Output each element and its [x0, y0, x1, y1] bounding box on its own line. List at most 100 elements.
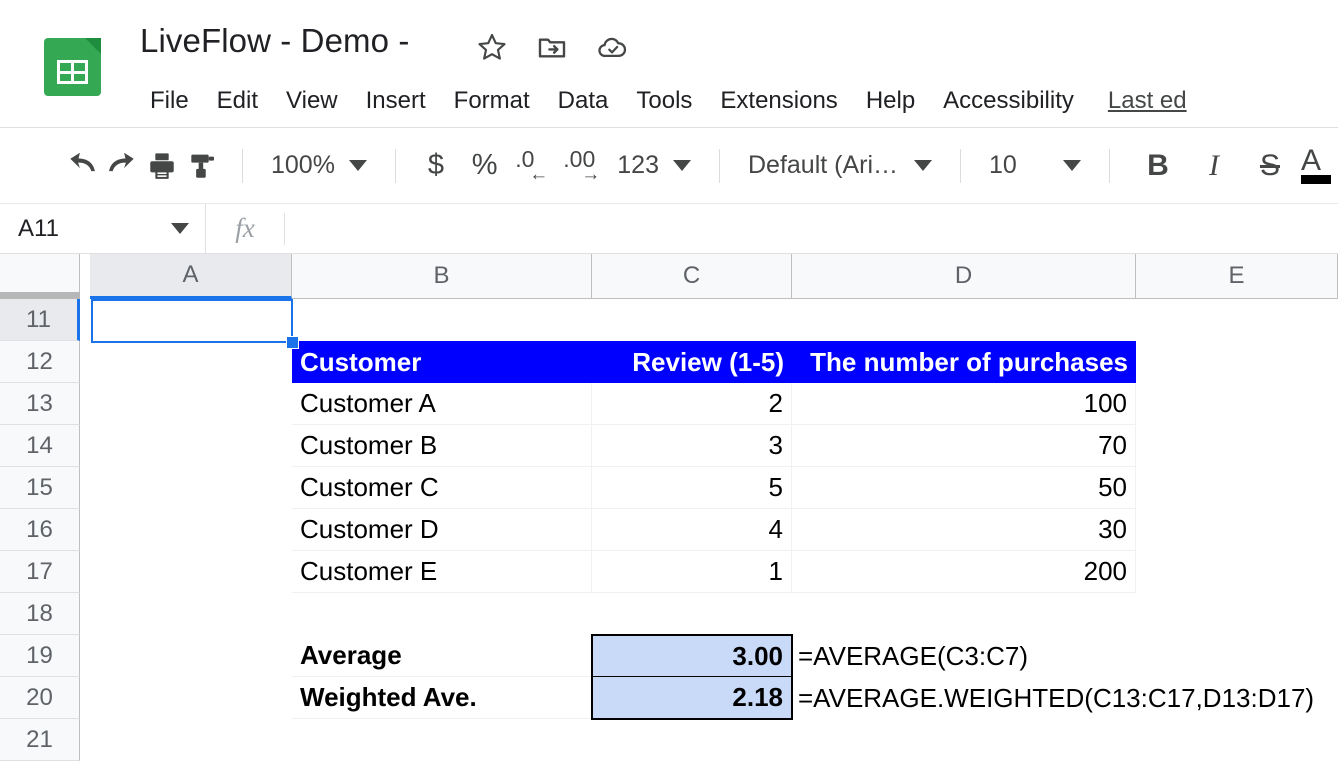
toolbar-divider-2: [394, 148, 396, 183]
fill-handle[interactable]: [286, 336, 299, 349]
bold-button[interactable]: B: [1130, 142, 1186, 190]
row-header-20[interactable]: 20: [0, 677, 80, 719]
spreadsheet-grid: A B C D E 11 12 13 14 15 16 17 18 19 20 …: [0, 254, 1338, 769]
row-header-21[interactable]: 21: [0, 719, 80, 761]
arrow-left-icon: ←: [529, 163, 549, 185]
cell-c20-weighted-ave-value[interactable]: 2.18: [591, 676, 793, 720]
chevron-down-icon: [672, 160, 691, 171]
text-color-button[interactable]: A: [1298, 142, 1338, 190]
cell-d19-average-formula[interactable]: =AVERAGE(C3:C7): [798, 635, 1028, 677]
function-icon[interactable]: fx: [206, 213, 284, 244]
toolbar: 100% $ % .0 ← .00 → 123 Default (Ari… 10…: [0, 128, 1338, 204]
cell-d13[interactable]: 100: [792, 383, 1136, 425]
print-button[interactable]: [142, 142, 182, 190]
menu-item-insert[interactable]: Insert: [352, 82, 440, 120]
undo-button[interactable]: [62, 142, 102, 190]
sheets-icon-fold: [85, 38, 101, 54]
redo-button[interactable]: [102, 142, 142, 190]
cell-c19-average-value[interactable]: 3.00: [591, 634, 793, 678]
decrease-decimal-button[interactable]: .0 ←: [513, 144, 561, 188]
app-header: LiveFlow - Demo - File Edit View Insert …: [0, 0, 1338, 128]
column-header-d[interactable]: D: [792, 254, 1136, 299]
active-cell-a11[interactable]: [91, 299, 293, 343]
italic-label: I: [1208, 148, 1219, 182]
cloud-saved-icon[interactable]: [596, 30, 630, 64]
row-header-19[interactable]: 19: [0, 635, 80, 677]
cell-d14[interactable]: 70: [792, 425, 1136, 467]
move-to-folder-icon[interactable]: [536, 31, 568, 63]
text-color-letter: A: [1300, 143, 1321, 177]
sheets-icon: [44, 38, 101, 96]
menu-item-edit[interactable]: Edit: [203, 82, 272, 120]
cell-d16[interactable]: 30: [792, 509, 1136, 551]
cell-b12-customer-header[interactable]: Customer: [292, 341, 592, 383]
paint-format-button[interactable]: [182, 142, 222, 190]
row-header-13[interactable]: 13: [0, 383, 80, 425]
row-header-12[interactable]: 12: [0, 341, 80, 383]
cell-d12-purchases-header[interactable]: The number of purchases: [792, 341, 1136, 383]
cell-b17[interactable]: Customer E: [292, 551, 592, 593]
cell-d20-weighted-ave-formula[interactable]: =AVERAGE.WEIGHTED(C13:C17,D13:D17): [798, 677, 1314, 719]
column-header-b[interactable]: B: [292, 254, 592, 299]
font-size-dropdown[interactable]: 10: [981, 142, 1089, 190]
cell-b14[interactable]: Customer B: [292, 425, 592, 467]
toolbar-divider-3: [718, 148, 720, 183]
row-header-17[interactable]: 17: [0, 551, 80, 593]
cell-c16[interactable]: 4: [592, 509, 792, 551]
strikethrough-button[interactable]: S: [1242, 142, 1298, 190]
row-header-15[interactable]: 15: [0, 467, 80, 509]
chevron-down-icon: [1062, 160, 1081, 171]
cell-d15[interactable]: 50: [792, 467, 1136, 509]
cell-c12-review-header[interactable]: Review (1-5): [592, 341, 792, 383]
percent-format-button[interactable]: %: [465, 142, 505, 190]
currency-symbol: $: [427, 149, 445, 181]
formula-input[interactable]: [285, 204, 1338, 253]
cell-c17[interactable]: 1: [592, 551, 792, 593]
zoom-dropdown[interactable]: 100%: [263, 142, 375, 190]
row-header-18[interactable]: 18: [0, 593, 80, 635]
cell-b16[interactable]: Customer D: [292, 509, 592, 551]
menu-item-help[interactable]: Help: [852, 82, 929, 120]
row-header-14[interactable]: 14: [0, 425, 80, 467]
arrow-right-icon: →: [581, 163, 601, 185]
cell-b20-weighted-ave-label[interactable]: Weighted Ave.: [292, 677, 592, 719]
column-header-c[interactable]: C: [592, 254, 792, 299]
menu-item-data[interactable]: Data: [544, 82, 623, 120]
cell-b19-average-label[interactable]: Average: [292, 635, 592, 677]
toolbar-divider-1: [242, 148, 243, 183]
last-edit-status[interactable]: Last ed: [1088, 82, 1187, 120]
menu-item-tools[interactable]: Tools: [622, 82, 706, 120]
corner-selection-indicator: [0, 292, 80, 299]
font-family-dropdown[interactable]: Default (Ari…: [740, 142, 940, 190]
font-size-value: 10: [988, 151, 1017, 179]
currency-format-button[interactable]: $: [416, 142, 456, 190]
italic-button[interactable]: I: [1186, 142, 1242, 190]
column-header-e[interactable]: E: [1136, 254, 1338, 299]
chevron-down-icon[interactable]: [171, 223, 189, 234]
cell-c15[interactable]: 5: [592, 467, 792, 509]
menu-item-format[interactable]: Format: [440, 82, 544, 120]
increase-decimal-button[interactable]: .00 →: [561, 144, 609, 188]
zoom-value: 100%: [271, 151, 335, 179]
row-header-11[interactable]: 11: [0, 299, 80, 341]
cell-c13[interactable]: 2: [592, 383, 792, 425]
number-format-label: 123: [617, 151, 659, 179]
name-box[interactable]: A11: [0, 204, 206, 253]
toolbar-divider-4: [959, 148, 961, 183]
cell-b13[interactable]: Customer A: [292, 383, 592, 425]
chevron-down-icon: [913, 160, 932, 171]
document-title[interactable]: LiveFlow - Demo -: [140, 22, 409, 60]
cell-d17[interactable]: 200: [792, 551, 1136, 593]
star-icon[interactable]: [476, 31, 508, 63]
column-header-a[interactable]: A: [90, 254, 292, 299]
menu-item-extensions[interactable]: Extensions: [706, 82, 851, 120]
menu-item-file[interactable]: File: [138, 82, 203, 120]
row-header-16[interactable]: 16: [0, 509, 80, 551]
title-actions: [476, 30, 630, 64]
number-format-dropdown[interactable]: 123: [609, 142, 699, 190]
menu-item-view[interactable]: View: [272, 82, 352, 120]
bold-label: B: [1147, 148, 1169, 182]
menu-item-accessibility[interactable]: Accessibility: [929, 82, 1088, 120]
cell-c14[interactable]: 3: [592, 425, 792, 467]
cell-b15[interactable]: Customer C: [292, 467, 592, 509]
